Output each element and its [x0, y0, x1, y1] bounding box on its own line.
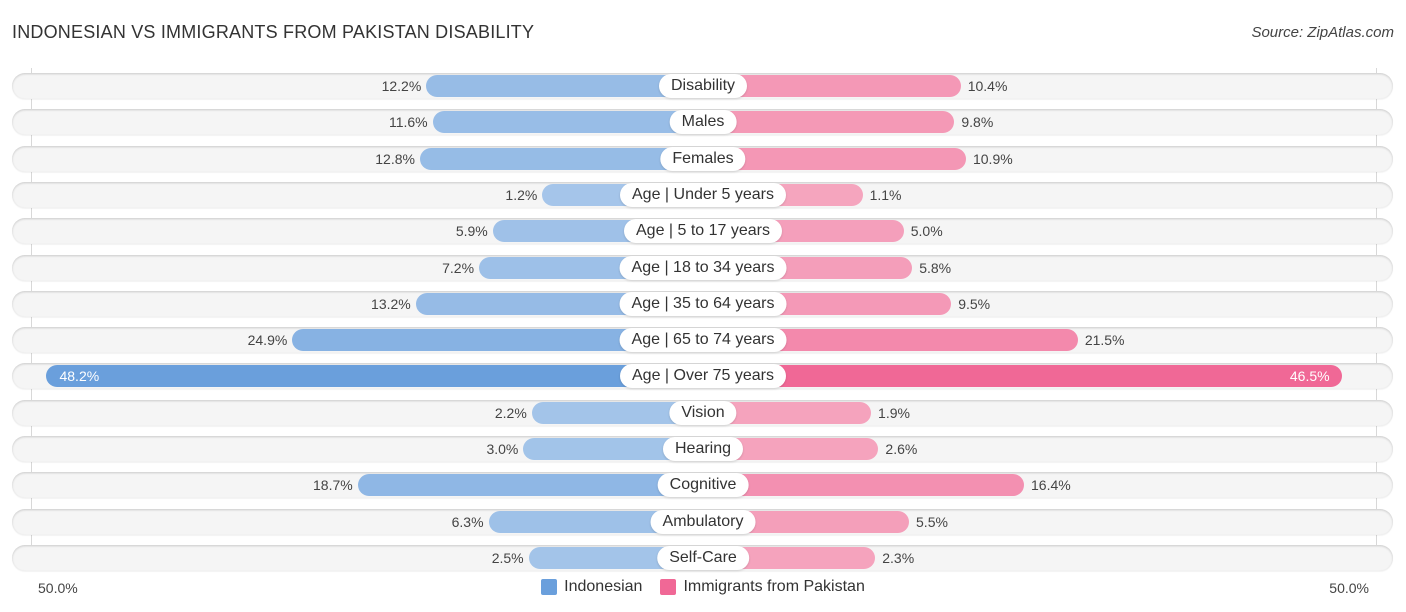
value-label-pakistan: 9.8%	[961, 114, 994, 131]
value-label-pakistan: 2.3%	[882, 549, 915, 566]
legend: Indonesian Immigrants from Pakistan	[0, 578, 1406, 596]
chart-rows: Disability 12.2% 10.4% Males 11.6% 9.8% Female…	[0, 0, 1406, 612]
legend-swatch-indonesian	[541, 579, 558, 595]
bar-pakistan[interactable]	[703, 365, 1342, 388]
legend-swatch-pakistan	[660, 579, 677, 595]
value-label-indonesian: 5.9%	[455, 223, 488, 240]
category-label: Vision	[669, 400, 737, 425]
category-label: Age | 35 to 64 years	[619, 291, 787, 316]
bar-indonesian[interactable]	[432, 111, 703, 134]
value-label-pakistan: 46.5%	[1289, 368, 1330, 385]
value-label-indonesian: 6.3%	[451, 513, 484, 530]
value-label-indonesian: 11.6%	[388, 114, 428, 131]
category-label: Hearing	[662, 437, 744, 461]
bar-indonesian[interactable]	[46, 365, 703, 388]
value-label-indonesian: 12.2%	[381, 78, 422, 94]
value-label-indonesian: 18.7%	[313, 477, 353, 494]
legend-item-pakistan[interactable]: Immigrants from Pakistan	[660, 578, 865, 596]
value-label-pakistan: 5.0%	[910, 223, 943, 240]
value-label-indonesian: 2.2%	[494, 404, 527, 421]
value-label-pakistan: 5.5%	[916, 513, 948, 530]
category-label: Age | Over 75 years	[620, 364, 786, 389]
value-label-indonesian: 12.8%	[375, 150, 415, 167]
category-label: Age | Under 5 years	[619, 182, 787, 207]
category-label: Ambulatory	[650, 509, 756, 534]
category-label: Self-Care	[657, 545, 749, 570]
category-label: Cognitive	[657, 473, 749, 498]
value-label-pakistan: 9.5%	[958, 295, 991, 312]
value-label-pakistan: 2.6%	[885, 441, 918, 457]
value-label-indonesian: 7.2%	[442, 259, 475, 276]
legend-item-indonesian[interactable]: Indonesian	[541, 578, 642, 596]
bar-indonesian[interactable]	[357, 474, 703, 497]
category-label: Females	[660, 146, 746, 171]
value-label-pakistan: 1.9%	[878, 404, 910, 421]
value-label-pakistan: 1.1%	[869, 186, 902, 203]
category-label: Age | 18 to 34 years	[619, 255, 787, 280]
bar-pakistan[interactable]	[703, 474, 1025, 497]
legend-label-pakistan: Immigrants from Pakistan	[683, 578, 865, 595]
value-label-pakistan: 16.4%	[1031, 477, 1071, 494]
bar-pakistan[interactable]	[703, 111, 955, 134]
value-label-pakistan: 5.8%	[919, 259, 952, 276]
value-label-indonesian: 3.0%	[486, 441, 519, 457]
value-label-indonesian: 1.2%	[505, 186, 538, 203]
value-label-pakistan: 21.5%	[1084, 332, 1125, 349]
value-label-indonesian: 13.2%	[371, 295, 411, 312]
category-label: Age | 65 to 74 years	[619, 328, 787, 353]
value-label-indonesian: 48.2%	[59, 368, 100, 385]
value-label-indonesian: 24.9%	[247, 332, 288, 349]
category-label: Disability	[658, 74, 748, 98]
category-label: Age | 5 to 17 years	[623, 219, 783, 244]
value-label-pakistan: 10.4%	[967, 78, 1008, 94]
value-label-indonesian: 2.5%	[491, 549, 524, 566]
category-label: Males	[669, 110, 737, 135]
value-label-pakistan: 10.9%	[972, 150, 1013, 167]
legend-label-indonesian: Indonesian	[564, 578, 643, 595]
